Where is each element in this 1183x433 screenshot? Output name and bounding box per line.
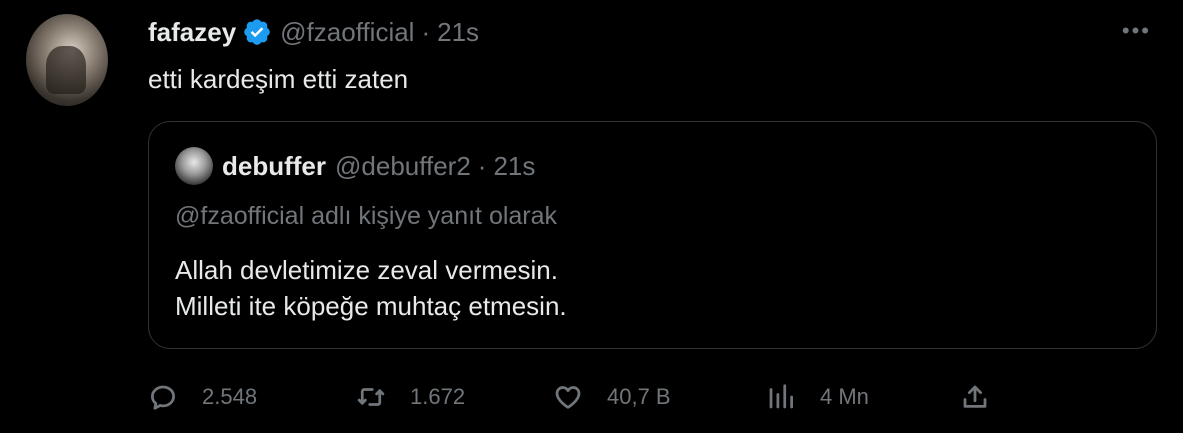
action-bar: 2.548 1.672 40,7 B 4 Mn: [148, 376, 1157, 418]
reply-context: @fzaofficial adlı kişiye yanıt olarak: [175, 202, 558, 230]
like-count: 40,7 B: [607, 384, 671, 409]
retweet-icon: [357, 388, 385, 406]
quoted-tweet-text: Allah devletimize zeval vermesin. Millet…: [175, 252, 567, 324]
tweet-header: fafazey @fzaofficial · 21s: [148, 15, 479, 49]
quoted-author-avatar: [175, 147, 213, 185]
like-icon: [555, 386, 581, 409]
verified-badge-icon[interactable]: [242, 17, 272, 47]
like-button[interactable]: 40,7 B: [553, 376, 671, 418]
quoted-author-name: debuffer: [222, 150, 326, 181]
view-count: 4 Mn: [820, 384, 869, 409]
quoted-tweet-timestamp: 21s: [493, 150, 536, 181]
retweet-button[interactable]: 1.672: [356, 376, 465, 418]
retweet-count: 1.672: [410, 384, 466, 409]
more-icon[interactable]: •••: [1122, 18, 1151, 44]
views-icon: [769, 384, 793, 409]
author-name[interactable]: fafazey: [148, 17, 236, 48]
tweet-text: etti kardeşim etti zaten: [148, 64, 409, 94]
author-avatar[interactable]: [26, 14, 108, 106]
share-button[interactable]: [960, 376, 990, 418]
reply-icon: [151, 385, 175, 410]
reply-count: 2.548: [202, 384, 258, 409]
quoted-tweet[interactable]: debuffer @debuffer2 · 21s @fzaofficial a…: [148, 121, 1157, 349]
separator-dot: ·: [421, 16, 431, 47]
quoted-author-handle: @debuffer2: [335, 150, 471, 181]
quoted-line-1: Allah devletimize zeval vermesin.: [175, 255, 558, 285]
separator-dot: ·: [477, 150, 487, 181]
share-icon: [963, 385, 987, 408]
quoted-tweet-header: debuffer @debuffer2 · 21s: [175, 147, 536, 185]
reply-button[interactable]: 2.548: [148, 376, 257, 418]
quoted-line-2: Milleti ite köpeğe muhtaç etmesin.: [175, 291, 567, 321]
tweet-timestamp[interactable]: 21s: [437, 17, 479, 48]
author-handle[interactable]: @fzaofficial: [280, 17, 414, 48]
views-button[interactable]: 4 Mn: [766, 376, 869, 418]
